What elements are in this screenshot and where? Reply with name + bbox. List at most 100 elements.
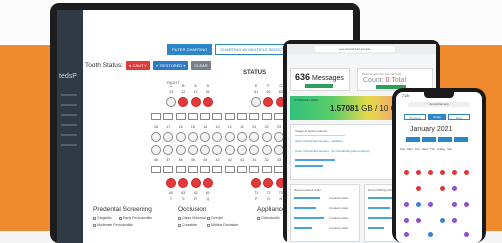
status-box[interactable] xyxy=(151,166,161,173)
tooth[interactable] xyxy=(187,145,198,155)
tooth-cavity[interactable] xyxy=(166,178,176,188)
appointment-dot[interactable] xyxy=(464,170,469,175)
view-button[interactable] xyxy=(406,137,420,142)
sidebar-item[interactable] xyxy=(61,104,77,106)
checkbox[interactable] xyxy=(207,216,210,220)
status-box[interactable] xyxy=(187,113,198,120)
appointment-dot[interactable] xyxy=(416,202,421,207)
appointment-dot[interactable] xyxy=(428,170,433,175)
tooth-cavity[interactable] xyxy=(251,178,262,188)
activity-link[interactable]: Open Clinical Encounters - 11 Outstandin… xyxy=(295,149,370,153)
tooth[interactable] xyxy=(212,145,223,155)
sidebar-item[interactable] xyxy=(61,124,77,126)
appointment-dot[interactable] xyxy=(452,218,457,223)
appointment-dot[interactable] xyxy=(404,170,409,175)
tooth-cavity[interactable] xyxy=(190,97,201,107)
messages-card[interactable]: 636 Messages xyxy=(290,68,350,91)
status-box[interactable] xyxy=(175,166,186,173)
status-box[interactable] xyxy=(261,113,272,120)
clear-button[interactable]: CLEAR xyxy=(191,61,211,70)
appointment-dot[interactable] xyxy=(416,170,421,175)
sidebar-item[interactable] xyxy=(61,144,77,146)
url-field[interactable]: app.dentalchart.sample xyxy=(315,46,395,52)
tooth[interactable] xyxy=(200,145,211,155)
appointment-dot[interactable] xyxy=(428,232,433,237)
appointment-dot[interactable] xyxy=(452,170,457,175)
tooth[interactable] xyxy=(251,97,262,107)
cavity-button[interactable]: ● CAVITY xyxy=(125,61,150,70)
appointment-dot[interactable] xyxy=(404,232,409,237)
tooth[interactable] xyxy=(163,132,174,142)
appointment-dot[interactable] xyxy=(416,218,421,223)
url-field[interactable]: dentalchart.app xyxy=(408,102,470,107)
status-box[interactable] xyxy=(249,113,260,120)
appointment-dot[interactable] xyxy=(404,218,409,223)
option-gingivitis[interactable]: Gingivitis xyxy=(93,216,112,220)
checkbox[interactable] xyxy=(207,223,210,227)
appointment-dot[interactable] xyxy=(464,232,469,237)
tooth[interactable] xyxy=(224,132,235,142)
tooth[interactable] xyxy=(249,145,260,155)
tooth[interactable] xyxy=(212,132,223,142)
tooth[interactable] xyxy=(175,132,186,142)
checkbox[interactable] xyxy=(119,216,122,220)
tooth[interactable] xyxy=(237,132,248,142)
tooth[interactable] xyxy=(151,145,161,155)
tooth[interactable] xyxy=(237,145,248,155)
view-button[interactable] xyxy=(438,137,452,142)
tooth[interactable] xyxy=(166,97,176,107)
option-crossbite[interactable]: Crossbite xyxy=(178,223,197,227)
option-class-normal[interactable]: Class I/Normal xyxy=(178,216,206,220)
status-box[interactable] xyxy=(224,113,235,120)
today-button[interactable]: Today xyxy=(428,114,446,120)
sidebar-item[interactable] xyxy=(61,114,77,116)
checkbox[interactable] xyxy=(178,223,181,227)
messages-button[interactable] xyxy=(305,84,333,88)
tooth-cavity[interactable] xyxy=(263,97,274,107)
status-box[interactable] xyxy=(163,113,174,120)
status-box[interactable] xyxy=(237,113,248,120)
status-box[interactable] xyxy=(200,166,211,173)
checkbox[interactable] xyxy=(93,216,96,220)
tab-filter-charting[interactable]: FILTER CHARTING xyxy=(167,44,213,55)
tooth[interactable] xyxy=(224,145,235,155)
previous-button[interactable]: Previous xyxy=(404,114,426,120)
tooth[interactable] xyxy=(249,132,260,142)
tooth-cavity[interactable] xyxy=(190,178,201,188)
tooth[interactable] xyxy=(187,132,198,142)
activity-link[interactable]: Open Clinical Encounters - Awaiting xyxy=(295,139,343,143)
status-box[interactable] xyxy=(212,166,223,173)
tooth[interactable] xyxy=(261,132,272,142)
tooth[interactable] xyxy=(200,132,211,142)
option-overjet[interactable]: Overjet xyxy=(207,216,223,220)
status-box[interactable] xyxy=(212,113,223,120)
tooth[interactable] xyxy=(151,132,161,142)
view-button[interactable] xyxy=(454,137,468,142)
status-box[interactable] xyxy=(224,166,235,173)
checkbox[interactable] xyxy=(93,223,96,227)
status-box[interactable] xyxy=(249,166,260,173)
status-box[interactable] xyxy=(151,113,161,120)
tooth-cavity[interactable] xyxy=(202,97,213,107)
appointment-dot[interactable] xyxy=(452,202,457,207)
tooth-cavity[interactable] xyxy=(202,178,213,188)
tooth-cavity[interactable] xyxy=(178,97,189,107)
status-box[interactable] xyxy=(237,166,248,173)
appointment-dot[interactable] xyxy=(452,186,457,191)
status-box[interactable] xyxy=(163,166,174,173)
tooth-cavity[interactable] xyxy=(178,178,189,188)
appointment-dot[interactable] xyxy=(440,218,445,223)
option-orthodontic[interactable]: Orthodontic xyxy=(257,216,280,220)
tooth-cavity[interactable] xyxy=(263,178,274,188)
appointment-dot[interactable] xyxy=(416,186,421,191)
tooth[interactable] xyxy=(175,145,186,155)
checkbox[interactable] xyxy=(178,216,181,220)
option-moderate-periodontitis[interactable]: Moderate Periodontitis xyxy=(93,223,133,227)
appointment-dot[interactable] xyxy=(440,186,445,191)
view-button[interactable] xyxy=(422,137,436,142)
appointment-dot[interactable] xyxy=(428,202,433,207)
appointment-dot[interactable] xyxy=(464,202,469,207)
sidebar-item[interactable] xyxy=(61,94,77,96)
sidebar-item[interactable] xyxy=(61,134,77,136)
appointment-dot[interactable] xyxy=(404,202,409,207)
